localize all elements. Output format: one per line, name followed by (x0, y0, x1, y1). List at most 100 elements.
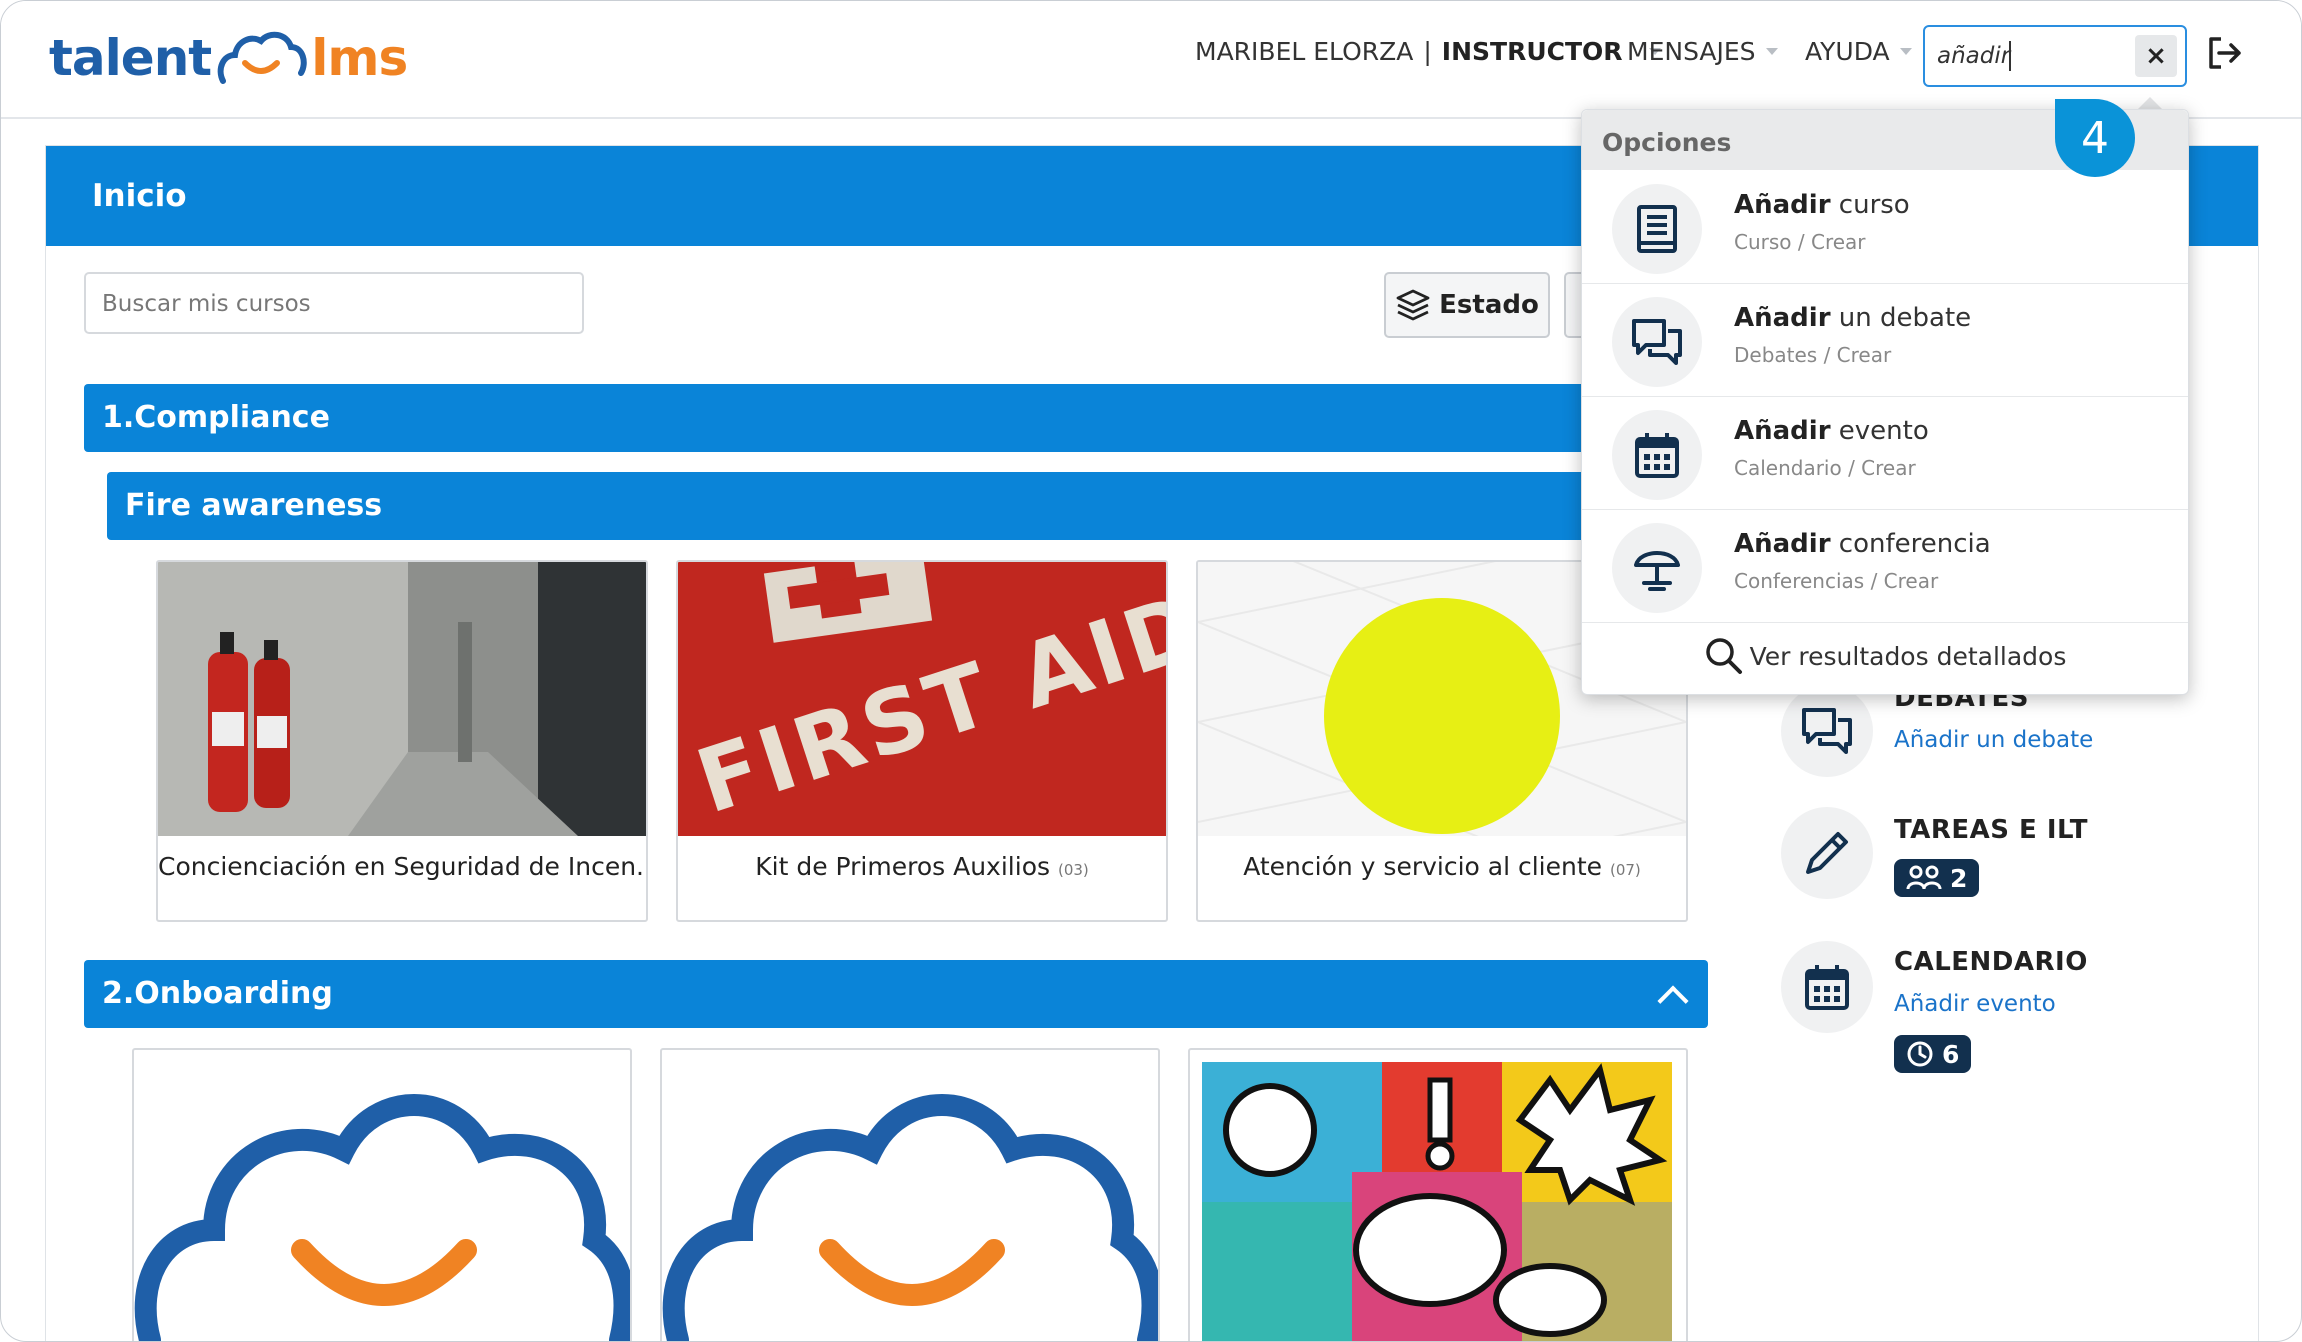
user-role: INSTRUCTOR (1441, 37, 1623, 66)
add-event-link[interactable]: Añadir evento (1894, 991, 2056, 1017)
option-icon-circle (1612, 184, 1702, 274)
option-add-event[interactable]: Añadir evento Calendario / Crear (1582, 396, 2188, 510)
pencil-icon (1806, 832, 1848, 874)
calendar-heading: CALENDARIO (1894, 947, 2088, 977)
category-onboarding[interactable]: 2.Onboarding (84, 960, 1708, 1028)
discussion-icon (1632, 319, 1682, 365)
tasks-heading: TAREAS E ILT (1894, 815, 2089, 845)
step-number: 4 (2081, 112, 2109, 164)
course-title-text: Concienciación en Seguridad de Incen... (158, 852, 648, 881)
chevron-down-icon (1899, 48, 1912, 55)
option-add-conference[interactable]: Añadir conferencia Conferencias / Crear (1582, 509, 2188, 623)
option-path: Calendario / Crear (1734, 456, 1916, 480)
course-card[interactable] (660, 1048, 1160, 1341)
logout-icon[interactable] (2205, 33, 2245, 73)
option-title: Añadir evento (1734, 416, 1929, 446)
help-label: AYUDA (1805, 37, 1890, 66)
view-detailed-results-link[interactable]: Ver resultados detallados (1582, 626, 2188, 686)
course-title-text: Atención y servicio al cliente (1243, 852, 1603, 881)
add-debate-link[interactable]: Añadir un debate (1894, 727, 2093, 753)
step-callout: 4 (2055, 99, 2135, 177)
discussions-icon-circle (1781, 685, 1873, 777)
option-title-rest: evento (1830, 416, 1929, 446)
option-title-match: Añadir (1734, 190, 1831, 220)
subcategory-label: Fire awareness (125, 488, 383, 523)
help-menu[interactable]: AYUDA (1805, 37, 1912, 66)
option-title-match: Añadir (1734, 416, 1831, 446)
course-search-input[interactable]: Buscar mis cursos (84, 272, 584, 334)
course-search-placeholder: Buscar mis cursos (102, 291, 311, 317)
calendar-icon (1805, 965, 1849, 1010)
global-search-input[interactable]: añadir × (1923, 25, 2187, 87)
close-icon: × (2145, 41, 2167, 71)
course-card[interactable] (132, 1048, 632, 1341)
view-detailed-results-label: Ver resultados detallados (1749, 641, 2067, 671)
calendar-count-badge[interactable]: 6 (1894, 1035, 1972, 1073)
messages-label: MENSAJES (1627, 37, 1756, 66)
comic-bubbles-thumbnail (1202, 1062, 1672, 1341)
page-title: Inicio (92, 178, 187, 214)
option-title-rest: conferencia (1830, 529, 1991, 559)
course-card[interactable]: Concienciación en Seguridad de Incen... (156, 560, 648, 922)
option-title-match: Añadir (1734, 303, 1831, 333)
course-title-text: Kit de Primeros Auxilios (755, 852, 1051, 881)
clock-icon (1907, 1041, 1933, 1067)
course-count: (07) (1609, 861, 1641, 879)
discussion-icon (1802, 708, 1852, 754)
user-role-menu[interactable]: MARIBEL ELORZA | INSTRUCTOR (1195, 37, 1661, 66)
option-path: Curso / Crear (1734, 230, 1866, 254)
status-filter-label: Estado (1439, 290, 1539, 320)
clear-search-button[interactable]: × (2135, 35, 2177, 77)
option-title-rest: un debate (1830, 303, 1972, 333)
cloud-smile-logo-thumbnail (662, 1094, 1158, 1341)
tasks-count: 2 (1950, 863, 1968, 893)
option-icon-circle (1612, 523, 1702, 613)
calendar-icon-circle (1781, 941, 1873, 1033)
messages-menu[interactable]: MENSAJES (1627, 37, 1778, 66)
option-title: Añadir conferencia (1734, 529, 1991, 559)
option-title: Añadir un debate (1734, 303, 1971, 333)
option-title-match: Añadir (1734, 529, 1831, 559)
category-compliance[interactable]: 1.Compliance (84, 384, 1708, 452)
tasks-icon-circle (1781, 807, 1873, 899)
option-path: Conferencias / Crear (1734, 569, 1939, 593)
option-title-rest: curso (1830, 190, 1910, 220)
course-card[interactable]: FIRST AID Kit de Primeros Auxilios (03) (676, 560, 1168, 922)
logo-talent-text: talent (49, 29, 212, 87)
cloud-smile-icon (217, 31, 307, 84)
option-add-debate[interactable]: Añadir un debate Debates / Crear (1582, 283, 2188, 397)
category-label: 1.Compliance (102, 400, 330, 435)
chevron-up-icon[interactable] (1657, 985, 1689, 1017)
book-icon (1637, 205, 1677, 253)
top-bar: talent lms MARIBEL ELORZA | INSTRUCTOR M… (1, 1, 2301, 119)
course-title: Kit de Primeros Auxilios (03) (678, 852, 1166, 881)
talentlms-logo[interactable]: talent lms (49, 23, 408, 93)
tasks-count-badge[interactable]: 2 (1894, 859, 1980, 897)
dropdown-heading: Opciones (1602, 128, 1732, 157)
conference-icon (1634, 551, 1680, 591)
course-card[interactable] (1188, 1048, 1688, 1341)
user-name: MARIBEL ELORZA (1195, 37, 1414, 66)
calendar-icon (1635, 433, 1679, 478)
text-cursor (2009, 41, 2011, 71)
option-add-course[interactable]: Añadir curso Curso / Crear (1582, 170, 2188, 284)
layers-icon (1396, 289, 1430, 321)
option-path: Debates / Crear (1734, 343, 1892, 367)
users-icon (1906, 865, 1942, 890)
status-filter-button[interactable]: Estado (1384, 272, 1550, 338)
chevron-down-icon (1765, 48, 1778, 55)
course-title: Concienciación en Seguridad de Incen... (158, 852, 646, 881)
cloud-smile-logo-thumbnail (134, 1094, 630, 1341)
course-count: (03) (1057, 861, 1089, 879)
subcategory-fire-awareness[interactable]: Fire awareness (107, 472, 1707, 540)
search-suggestions-dropdown: Opciones Añadir curso Curso / Crear Añad… (1581, 109, 2189, 695)
search-icon (1705, 638, 1742, 674)
search-value: añadir (1937, 43, 2011, 69)
course-title: Atención y servicio al cliente (07) (1198, 852, 1686, 881)
category-label: 2.Onboarding (102, 976, 333, 1011)
course-thumbnail-fire-extinguishers (158, 562, 646, 836)
option-icon-circle (1612, 410, 1702, 500)
option-title: Añadir curso (1734, 190, 1910, 220)
course-thumbnail-first-aid: FIRST AID (678, 562, 1166, 836)
app-window: talent lms MARIBEL ELORZA | INSTRUCTOR M… (0, 0, 2302, 1342)
